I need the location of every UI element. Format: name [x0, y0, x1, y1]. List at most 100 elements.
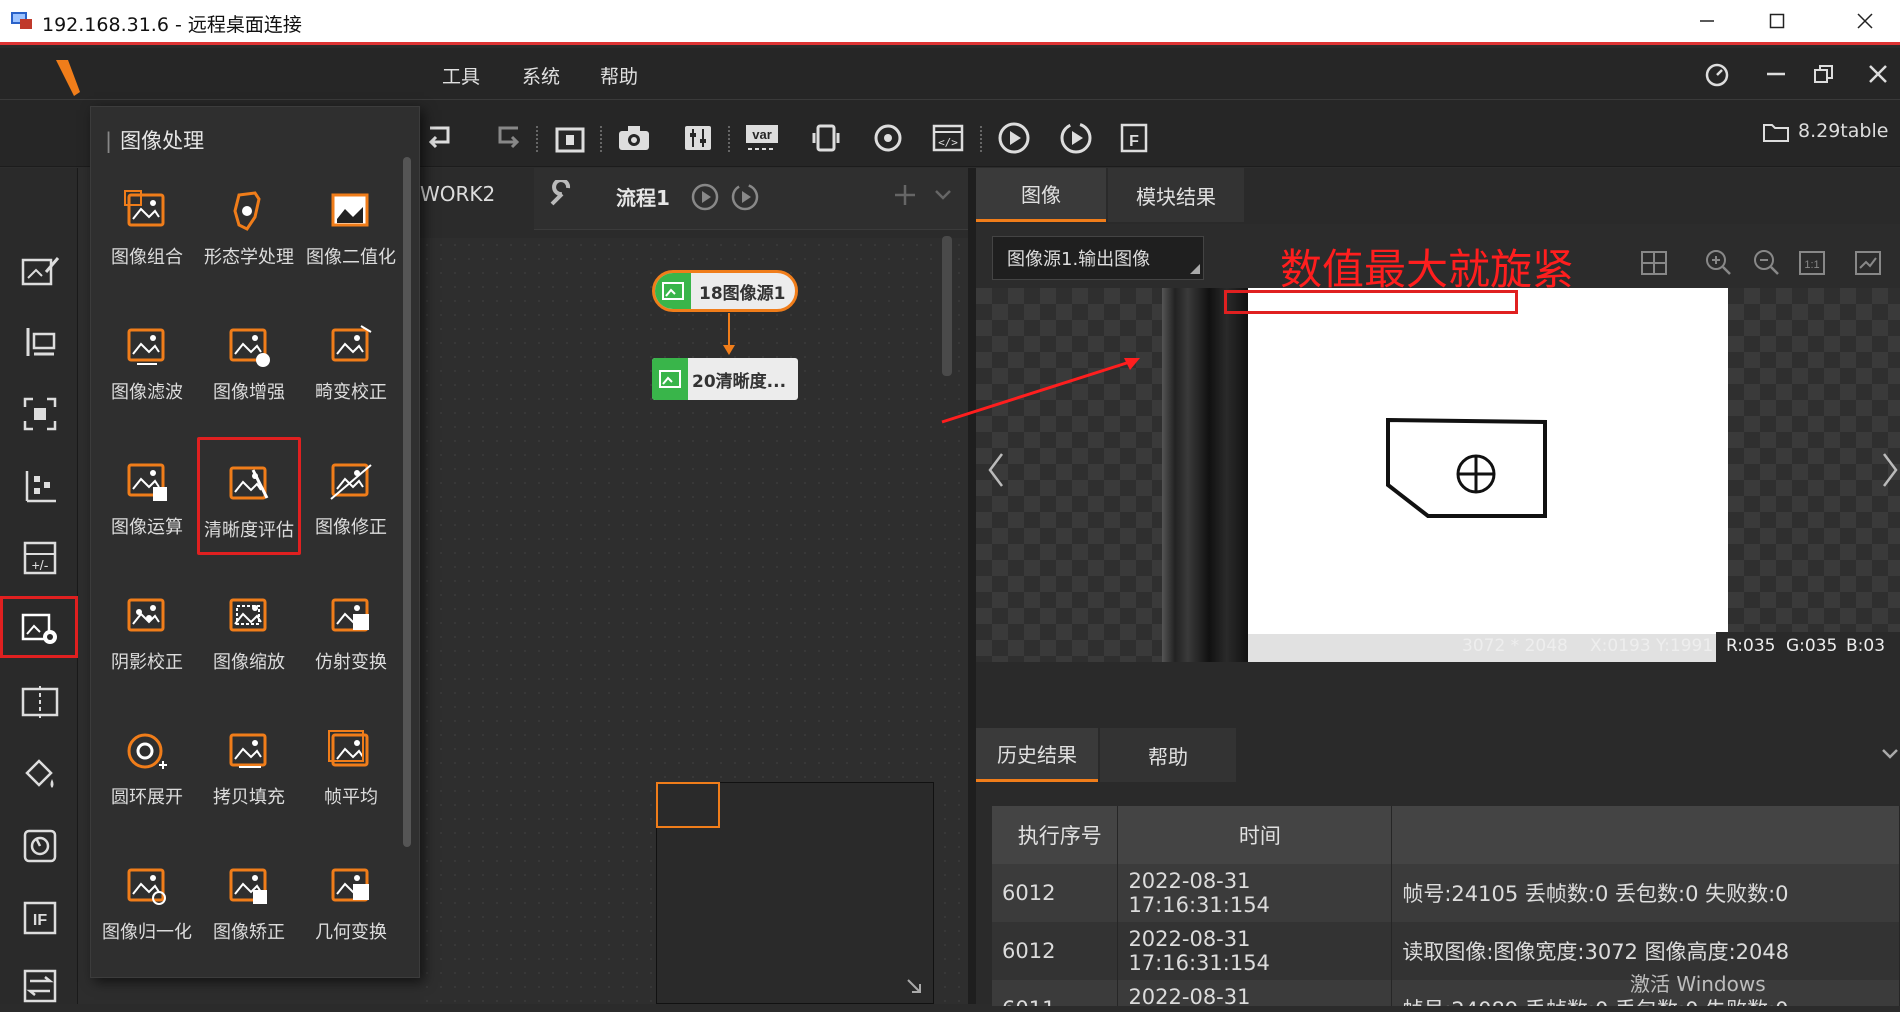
run-loop-icon[interactable]: [866, 116, 910, 160]
tool-item[interactable]: 图像归一化: [95, 842, 199, 960]
select-dropdown-icon[interactable]: [1190, 264, 1200, 274]
tool-item[interactable]: 图像运算: [95, 437, 199, 555]
maximize-button[interactable]: [1742, 0, 1812, 42]
tab-image[interactable]: 图像: [976, 168, 1106, 222]
app-restore-icon[interactable]: [1812, 62, 1836, 86]
folder-icon[interactable]: [1762, 120, 1790, 144]
tool-item[interactable]: 图像组合: [95, 167, 199, 285]
app-close-icon[interactable]: [1866, 62, 1890, 86]
tool-item[interactable]: 图像修正: [299, 437, 403, 555]
tool-item[interactable]: 图像滤波: [95, 302, 199, 420]
column-header-seq[interactable]: 执行序号: [992, 806, 1119, 864]
tool-item[interactable]: 仿射变换: [299, 572, 403, 690]
tool-item[interactable]: 图像增强: [197, 302, 301, 420]
tool-panel-scrollbar[interactable]: [403, 157, 411, 847]
script-icon[interactable]: </>: [926, 116, 970, 160]
image-process-icon[interactable]: [14, 602, 66, 654]
tool-item[interactable]: 清晰度评估: [197, 437, 301, 555]
camera-icon[interactable]: [612, 116, 656, 160]
function-icon[interactable]: F: [1112, 116, 1156, 160]
image-dark-edge: [1162, 288, 1248, 662]
panel-collapse-icon[interactable]: [1880, 744, 1900, 764]
menu-system[interactable]: 系统: [522, 62, 560, 89]
controller-icon[interactable]: [676, 116, 720, 160]
image-view-panel: 图像 模块结果 图像源1.输出图像 数值最大就旋紧 1:1 3072 * 204…: [968, 168, 1900, 728]
menu-tools[interactable]: 工具: [442, 62, 480, 89]
minimap-resize-icon[interactable]: [904, 976, 924, 996]
focus-region-highlight: [1224, 290, 1518, 314]
image-edit-icon[interactable]: [14, 244, 66, 296]
minimap-viewport[interactable]: [656, 782, 720, 828]
tab-help[interactable]: 帮助: [1100, 728, 1236, 782]
image-source-select[interactable]: 图像源1.输出图像: [992, 236, 1204, 280]
chevron-down-icon[interactable]: [932, 184, 954, 206]
device-icon[interactable]: [804, 116, 848, 160]
split-image-icon[interactable]: [14, 676, 66, 728]
measure-icon[interactable]: [14, 316, 66, 368]
geometry-icon: [327, 864, 375, 910]
tab-workspace[interactable]: WORK2: [420, 182, 495, 206]
rectify-icon: [225, 864, 273, 910]
tool-item-label: 图像二值化: [306, 247, 396, 268]
tool-item[interactable]: 形态学处理: [197, 167, 301, 285]
paint-bucket-icon[interactable]: [14, 748, 66, 800]
toolbar-separator: [728, 126, 730, 152]
minimize-button[interactable]: [1672, 0, 1742, 42]
menu-help[interactable]: 帮助: [600, 62, 638, 89]
captured-image: [1248, 288, 1728, 662]
copy-fill-icon: [225, 729, 273, 775]
column-header-info[interactable]: [1391, 806, 1900, 864]
logic-tool-icon[interactable]: [14, 820, 66, 872]
tool-item[interactable]: 圆环展开: [95, 707, 199, 825]
run-once-icon[interactable]: [992, 116, 1036, 160]
redo-icon[interactable]: [484, 116, 528, 160]
tool-item-label: 圆环展开: [111, 787, 183, 808]
tool-item[interactable]: 拷贝填充: [197, 707, 301, 825]
next-image-icon[interactable]: [1880, 452, 1900, 488]
zoom-out-icon[interactable]: [1752, 248, 1780, 276]
prev-image-icon[interactable]: [986, 452, 1006, 488]
undo-icon[interactable]: [420, 116, 464, 160]
fit-image-icon[interactable]: [1854, 250, 1882, 276]
close-button[interactable]: [1830, 0, 1900, 42]
tool-item[interactable]: 几何变换: [299, 842, 403, 960]
solution-file-label: 8.29table: [1798, 120, 1889, 142]
column-header-time[interactable]: 时间: [1117, 806, 1393, 864]
tool-item[interactable]: 图像二值化: [299, 167, 403, 285]
actual-size-icon[interactable]: 1:1: [1798, 250, 1826, 276]
dashboard-icon[interactable]: [1704, 62, 1730, 88]
lock-icon[interactable]: [548, 116, 592, 160]
flow-node-sharpness[interactable]: 20清晰度...: [652, 358, 798, 400]
app-minimize-icon[interactable]: [1764, 62, 1788, 86]
tab-flow[interactable]: 流程1: [616, 182, 670, 211]
table-row[interactable]: 6012 2022-08-31 17:16:31:154 帧号:24105 丢帧…: [992, 864, 1900, 922]
flow-run-icon[interactable]: [690, 182, 720, 212]
grid-toggle-icon[interactable]: [1640, 250, 1668, 276]
tool-item[interactable]: 图像缩放: [197, 572, 301, 690]
calibration-icon[interactable]: [14, 460, 66, 512]
variable-icon[interactable]: var: [740, 116, 784, 160]
tool-item[interactable]: 阴影校正: [95, 572, 199, 690]
tab-history[interactable]: 历史结果: [976, 728, 1098, 782]
zoom-in-icon[interactable]: [1704, 248, 1732, 276]
flow-node-image-source[interactable]: 18图像源1: [652, 270, 798, 312]
flow-loop-icon[interactable]: [730, 182, 760, 212]
compare-icon[interactable]: +/-: [14, 532, 66, 584]
tool-item-label: 图像组合: [111, 247, 183, 268]
tool-item[interactable]: 畸变校正: [299, 302, 403, 420]
add-flow-icon[interactable]: [892, 182, 918, 208]
locate-icon[interactable]: [14, 388, 66, 440]
image-size-readout: 3072 * 2048: [1462, 636, 1568, 656]
menubar: 工具 系统 帮助: [0, 48, 1900, 100]
svg-text:IF: IF: [33, 912, 47, 929]
tab-module-result[interactable]: 模块结果: [1108, 168, 1244, 222]
run-continuous-icon[interactable]: [1054, 116, 1098, 160]
app-window: 工具 系统 帮助 8.29table var </> F +/- IF WORK…: [0, 48, 1900, 1006]
svg-text:+/-: +/-: [32, 557, 49, 573]
tool-item[interactable]: 图像矫正: [197, 842, 301, 960]
tool-item[interactable]: 帧平均: [299, 707, 403, 825]
wrench-icon[interactable]: [546, 180, 576, 210]
communication-icon[interactable]: [14, 960, 66, 1012]
tool-item-label: 阴影校正: [111, 652, 183, 673]
if-condition-icon[interactable]: IF: [14, 892, 66, 944]
